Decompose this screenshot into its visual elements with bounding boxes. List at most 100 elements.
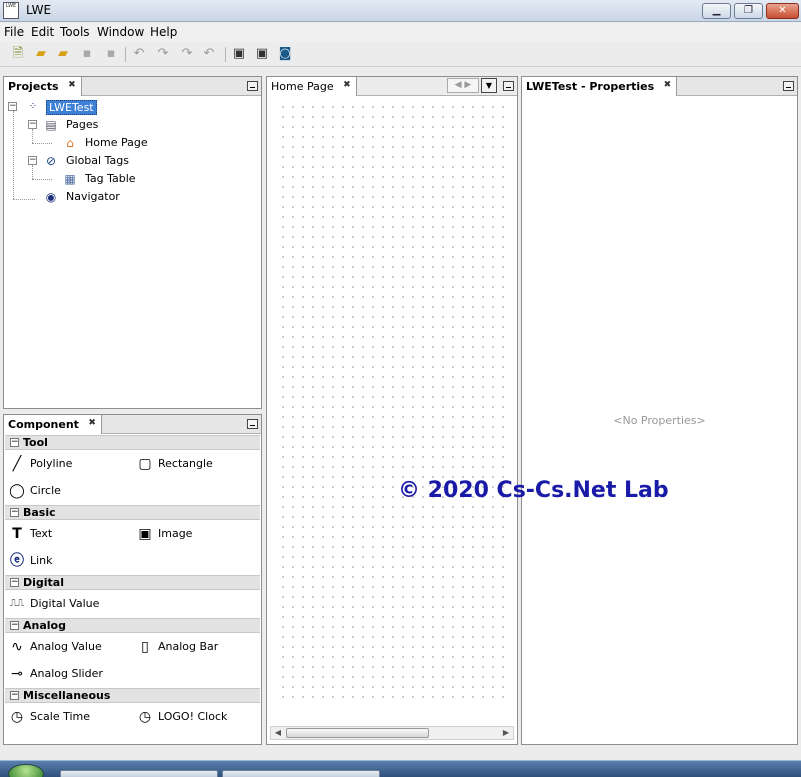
maximize-button[interactable]: ❐ — [734, 3, 763, 19]
collapse-icon[interactable]: − — [10, 578, 19, 587]
new-project-icon[interactable]: 🗎 — [10, 46, 26, 62]
taskbar — [0, 760, 801, 777]
editor-panel: Home Page ✖ ◀ ▶ ▼ ◀ ▶ — [266, 76, 518, 745]
redo-icon[interactable]: ↷ — [155, 46, 171, 62]
tree-label-tag-table: Tag Table — [85, 172, 136, 185]
projects-panel-header: Projects ✖ — [4, 77, 261, 96]
section-miscellaneous[interactable]: − Miscellaneous — [5, 688, 260, 703]
menu-tools[interactable]: Tools — [60, 25, 90, 39]
toolbar-separator — [125, 47, 126, 62]
section-tool[interactable]: − Tool — [5, 435, 260, 450]
tab-properties[interactable]: LWETest - Properties ✖ — [522, 77, 678, 96]
close-button[interactable]: ✕ — [766, 3, 799, 19]
menu-bar: File Edit Tools Window Help — [0, 23, 801, 42]
component-label: Text — [30, 527, 53, 540]
section-digital[interactable]: − Digital — [5, 575, 260, 590]
collapse-icon[interactable]: − — [10, 508, 19, 517]
tree-label-global-tags: Global Tags — [66, 154, 129, 167]
collapse-icon[interactable]: − — [28, 156, 37, 165]
add-page-icon[interactable]: ▰ — [33, 46, 49, 62]
tab-component[interactable]: Component ✖ — [4, 415, 102, 434]
toolbar: 🗎 ▰ ▰ ▪ ▪ ↶ ↷ ↷ ↶ ▣ ▣ ◙ — [0, 42, 801, 67]
build-icon[interactable]: ▣ — [231, 46, 247, 62]
component-label: Analog Slider — [30, 667, 103, 680]
tab-projects[interactable]: Projects ✖ — [4, 77, 82, 96]
tree-item-navigator[interactable]: ◉ Navigator — [4, 189, 254, 206]
tree-item-pages[interactable]: − ▤ Pages — [4, 117, 254, 134]
editor-tab-label: Home Page — [271, 80, 334, 93]
component-tab-label: Component — [8, 418, 79, 431]
component-label: LOGO! Clock — [158, 710, 228, 723]
close-tab-icon[interactable]: ✖ — [68, 80, 76, 90]
no-properties-text: <No Properties> — [613, 414, 706, 427]
collapse-icon[interactable]: − — [10, 621, 19, 630]
deploy-icon[interactable]: ▣ — [254, 46, 270, 62]
collapse-icon[interactable]: − — [28, 120, 37, 129]
minimize-panel-button[interactable] — [503, 81, 514, 91]
collapse-icon[interactable]: − — [10, 691, 19, 700]
tab-scroll-arrows[interactable]: ◀ ▶ — [447, 78, 479, 93]
digital-value-icon: ⎍⎍ — [10, 598, 24, 609]
save-icon[interactable]: ▪ — [79, 46, 95, 62]
undo-alt-icon[interactable]: ↶ — [201, 46, 217, 62]
component-label: Polyline — [30, 457, 73, 470]
close-tab-icon[interactable]: ✖ — [343, 80, 351, 90]
section-digital-label: Digital — [23, 576, 64, 589]
horizontal-scrollbar[interactable]: ◀ ▶ — [270, 726, 514, 740]
tree-item-tag-table[interactable]: ▦ Tag Table — [4, 171, 254, 188]
open-folder-icon[interactable]: ▰ — [55, 46, 71, 62]
menu-help[interactable]: Help — [150, 25, 177, 39]
circle-icon: ◯ — [9, 483, 25, 499]
close-tab-icon[interactable]: ✖ — [88, 418, 96, 428]
pages-icon: ▤ — [45, 118, 57, 132]
menu-file[interactable]: File — [4, 25, 24, 39]
projects-panel: Projects ✖ − ⁘ LWETest − ▤ Pages ⌂ Home … — [3, 76, 262, 409]
menu-edit[interactable]: Edit — [31, 25, 54, 39]
tree-item-global-tags[interactable]: − ⊘ Global Tags — [4, 153, 254, 170]
simulate-icon[interactable]: ◙ — [277, 46, 293, 62]
section-basic-label: Basic — [23, 506, 56, 519]
tree-label-navigator: Navigator — [66, 190, 120, 203]
start-button[interactable] — [8, 764, 44, 777]
scrollbar-thumb[interactable] — [286, 728, 429, 738]
collapse-icon[interactable]: − — [10, 438, 19, 447]
tree-label-pages: Pages — [66, 118, 99, 131]
component-label: Analog Value — [30, 640, 102, 653]
text-icon: T — [12, 526, 22, 542]
minimize-panel-button[interactable] — [247, 419, 258, 429]
save-all-icon[interactable]: ▪ — [103, 46, 119, 62]
minimize-panel-button[interactable] — [783, 81, 794, 91]
rectangle-icon: ▢ — [138, 456, 152, 472]
properties-tab-label: LWETest - Properties — [526, 80, 655, 93]
scroll-left-icon[interactable]: ◀ — [272, 727, 284, 739]
project-icon: ⁘ — [28, 101, 38, 112]
tree-label-home-page: Home Page — [85, 136, 148, 149]
section-analog[interactable]: − Analog — [5, 618, 260, 633]
tab-home-page[interactable]: Home Page ✖ — [267, 77, 357, 96]
tab-list-dropdown-icon[interactable]: ▼ — [481, 78, 497, 93]
section-basic[interactable]: − Basic — [5, 505, 260, 520]
close-tab-icon[interactable]: ✖ — [664, 80, 672, 90]
analog-value-icon: ∿ — [11, 639, 23, 655]
scroll-right-icon[interactable]: ▶ — [500, 727, 512, 739]
minimize-panel-button[interactable] — [247, 81, 258, 91]
minimize-button[interactable]: ▁ — [702, 3, 731, 19]
tag-table-icon: ▦ — [64, 172, 76, 186]
tree-item-root[interactable]: − ⁘ LWETest — [4, 99, 254, 116]
collapse-icon[interactable]: − — [8, 102, 17, 111]
editor-panel-header: Home Page ✖ ◀ ▶ ▼ — [267, 77, 517, 96]
redo-alt-icon[interactable]: ↷ — [179, 46, 195, 62]
taskbar-button[interactable] — [60, 770, 218, 777]
taskbar-button[interactable] — [222, 770, 380, 777]
image-icon: ▣ — [138, 526, 152, 542]
navigator-icon: ◉ — [45, 190, 57, 204]
component-label: Circle — [30, 484, 61, 497]
undo-icon[interactable]: ↶ — [131, 46, 147, 62]
design-canvas[interactable] — [275, 99, 511, 701]
projects-tab-label: Projects — [8, 80, 59, 93]
component-label: Link — [30, 554, 53, 567]
app-icon[interactable]: LWE — [3, 2, 19, 19]
menu-window[interactable]: Window — [97, 25, 144, 39]
tree-item-home-page[interactable]: ⌂ Home Page — [4, 135, 254, 152]
component-label: Scale Time — [30, 710, 91, 723]
